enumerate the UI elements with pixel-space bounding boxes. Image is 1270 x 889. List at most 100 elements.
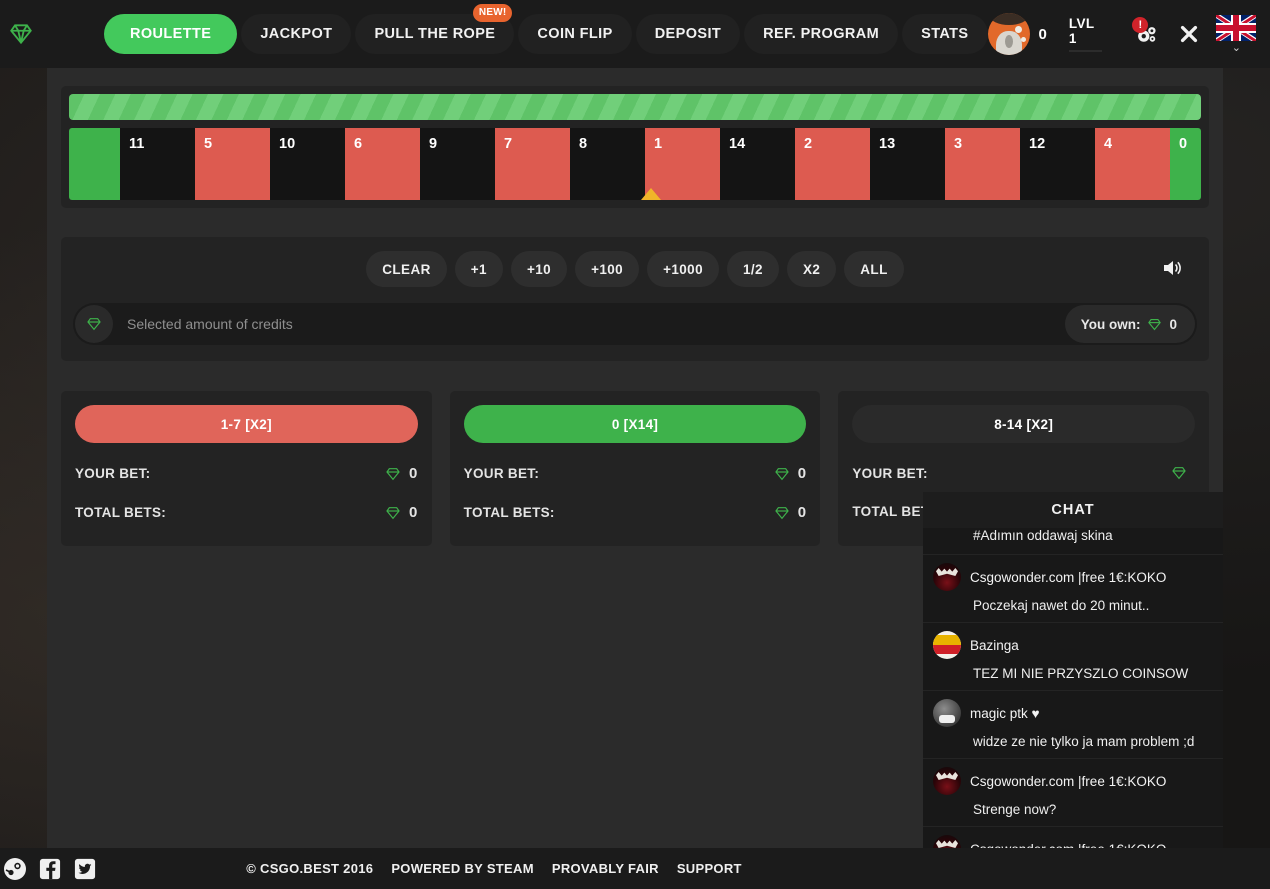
roulette-tile-number: 12 — [1029, 136, 1046, 152]
chat-user-name: magic ptk ♥ — [970, 705, 1040, 721]
site-logo[interactable] — [8, 21, 34, 47]
footer-link[interactable]: POWERED BY STEAM — [391, 861, 534, 876]
nav-item-deposit[interactable]: DEPOSIT — [635, 14, 741, 54]
chat-user-avatar[interactable] — [933, 631, 961, 659]
your-bet-value-group — [1171, 465, 1195, 481]
nav-item-coin-flip[interactable]: COIN FLIP — [518, 14, 632, 54]
user-account[interactable]: 0 — [987, 13, 1047, 55]
chat-message-text: Poczekaj nawet do 20 minut.. — [973, 598, 1150, 613]
footer-link[interactable]: SUPPORT — [677, 861, 742, 876]
your-bet-row: YOUR BET: — [852, 465, 1195, 481]
your-bet-row: YOUR BET: 0 — [75, 465, 418, 482]
your-bet-value-group: 0 — [385, 465, 418, 482]
nav-item-label: PULL THE ROPE — [374, 26, 496, 42]
footer: © CSGO.BEST 2016 POWERED BY STEAM PROVABLY… — [0, 848, 1270, 889]
nav-item-ref-program[interactable]: REF. PROGRAM — [744, 14, 899, 54]
nav-item-roulette[interactable]: ROULETTE — [104, 14, 238, 54]
balance-value: 0 — [1038, 25, 1047, 43]
chat-panel: CHAT #Adımın oddawaj skina Csgowonder.com… — [923, 492, 1223, 889]
roulette-tile: 8 — [570, 128, 645, 200]
total-bets-row: TOTAL BETS: 0 — [75, 504, 418, 521]
close-icon — [1181, 25, 1198, 43]
total-bets-value-group: 0 — [774, 504, 807, 521]
diamond-icon — [10, 24, 32, 45]
chat-user-name: Csgowonder.com |free 1€:KOKO — [970, 773, 1167, 789]
diamond-icon — [774, 506, 789, 519]
your-bet-value-group: 0 — [774, 465, 807, 482]
roulette-tile-number: 8 — [579, 136, 588, 152]
facebook-icon[interactable] — [37, 856, 63, 882]
nav-item-stats[interactable]: STATS — [902, 14, 988, 54]
nav-item-label: JACKPOT — [260, 26, 333, 42]
nav-item-pull-the-rope[interactable]: PULL THE ROPE NEW! — [355, 4, 515, 54]
amount-button-x2[interactable]: X2 — [786, 251, 837, 287]
roulette-tile: 6 — [345, 128, 420, 200]
close-button[interactable] — [1172, 15, 1206, 53]
bet-option-button[interactable]: 1-7 [X2] — [75, 405, 418, 443]
chat-user-avatar[interactable] — [933, 563, 961, 591]
bet-panel: 0 [X14] YOUR BET: 0 TOTAL BETS: 0 — [449, 391, 821, 546]
chat-message: #Adımın oddawaj skina — [923, 528, 1223, 554]
page-content: 11 5 10 6 9 7 8 1 14 2 13 3 12 4 0 CLEAR +1 +10 +100 +1000… — [47, 68, 1223, 889]
amount-button-all[interactable]: ALL — [844, 251, 904, 287]
amount-button--10[interactable]: +10 — [510, 251, 568, 287]
roulette-tile: 2 — [795, 128, 870, 200]
footer-link[interactable]: PROVABLY FAIR — [552, 861, 659, 876]
user-level: LVL 1 — [1068, 16, 1103, 52]
your-bet-value: 0 — [797, 465, 807, 482]
diamond-icon — [386, 467, 400, 480]
roulette-tile: 14 — [720, 128, 795, 200]
chat-message: magic ptk ♥ widze ze nie tylko ja mam pro… — [923, 690, 1223, 758]
total-bets-label: TOTAL BETS: — [463, 505, 555, 520]
bet-panel: 1-7 [X2] YOUR BET: 0 TOTAL BETS: 0 — [61, 391, 432, 546]
bet-controls: CLEAR+1+10+100+10001/2X2ALL You own: — [61, 237, 1209, 361]
chat-message-head: Csgowonder.com |free 1€:KOKO — [933, 563, 1213, 591]
roulette-tile: 9 — [420, 128, 495, 200]
nav-item-label: REF. PROGRAM — [763, 26, 880, 42]
roulette-tile: 11 — [120, 128, 195, 200]
chat-user-avatar[interactable] — [933, 767, 961, 795]
bet-amount-input[interactable] — [113, 316, 1197, 332]
roulette-tile-number: 2 — [804, 136, 813, 152]
roulette-tile-number: 5 — [204, 136, 213, 152]
language-selector[interactable]: ⌄ — [1216, 15, 1257, 54]
you-own-value: 0 — [1169, 316, 1177, 332]
chat-title: CHAT — [923, 492, 1223, 528]
chat-user-avatar[interactable] — [933, 699, 961, 727]
amount-button-clear[interactable]: CLEAR — [366, 251, 447, 287]
bet-option-button[interactable]: 0 [X14] — [463, 405, 807, 443]
sound-toggle-button[interactable] — [1159, 256, 1185, 285]
amount-button--100[interactable]: +100 — [575, 251, 640, 287]
roulette-tiles: 11 5 10 6 9 7 8 1 14 2 13 3 12 4 0 — [69, 128, 1201, 200]
total-bets-value: 0 — [797, 504, 807, 521]
twitter-icon[interactable] — [72, 856, 98, 882]
nav-item-label: ROULETTE — [130, 26, 212, 42]
roulette-progress-bar — [69, 94, 1201, 120]
footer-links: © CSGO.BEST 2016 POWERED BY STEAM PROVABLY… — [246, 861, 742, 876]
amount-button--1000[interactable]: +1000 — [647, 251, 719, 287]
roulette-tile: 7 — [495, 128, 570, 200]
your-bet-row: YOUR BET: 0 — [464, 465, 807, 482]
your-bet-label: YOUR BET: — [75, 466, 151, 481]
total-bets-value-group: 0 — [385, 504, 418, 521]
chat-message-text: TEZ MI NIE PRZYSZLO COINSOW — [973, 666, 1189, 681]
chat-message-text: Strenge now? — [973, 802, 1057, 817]
roulette-tile: 12 — [1020, 128, 1095, 200]
steam-icon[interactable] — [2, 856, 28, 882]
nav-item-label: STATS — [921, 26, 969, 42]
avatar[interactable] — [987, 13, 1030, 55]
roulette-strip: 11 5 10 6 9 7 8 1 14 2 13 3 12 4 0 — [61, 86, 1209, 208]
nav-item-jackpot[interactable]: JACKPOT — [241, 14, 352, 54]
bet-option-button[interactable]: 8-14 [X2] — [852, 405, 1196, 443]
footer-link: © CSGO.BEST 2016 — [246, 861, 374, 876]
roulette-tile: 0 — [1170, 128, 1201, 200]
total-bets-value: 0 — [409, 504, 418, 521]
roulette-tile-number: 13 — [879, 136, 896, 152]
social-links — [2, 856, 98, 882]
chat-messages[interactable]: #Adımın oddawaj skina Csgowonder.com |fre… — [923, 528, 1223, 860]
bet-amount-row: You own: 0 — [73, 303, 1197, 345]
settings-button[interactable]: ! — [1130, 15, 1164, 53]
amount-button--1[interactable]: +1 — [454, 251, 503, 287]
amount-button-1-2[interactable]: 1/2 — [727, 251, 779, 287]
roulette-tile: 5 — [195, 128, 270, 200]
